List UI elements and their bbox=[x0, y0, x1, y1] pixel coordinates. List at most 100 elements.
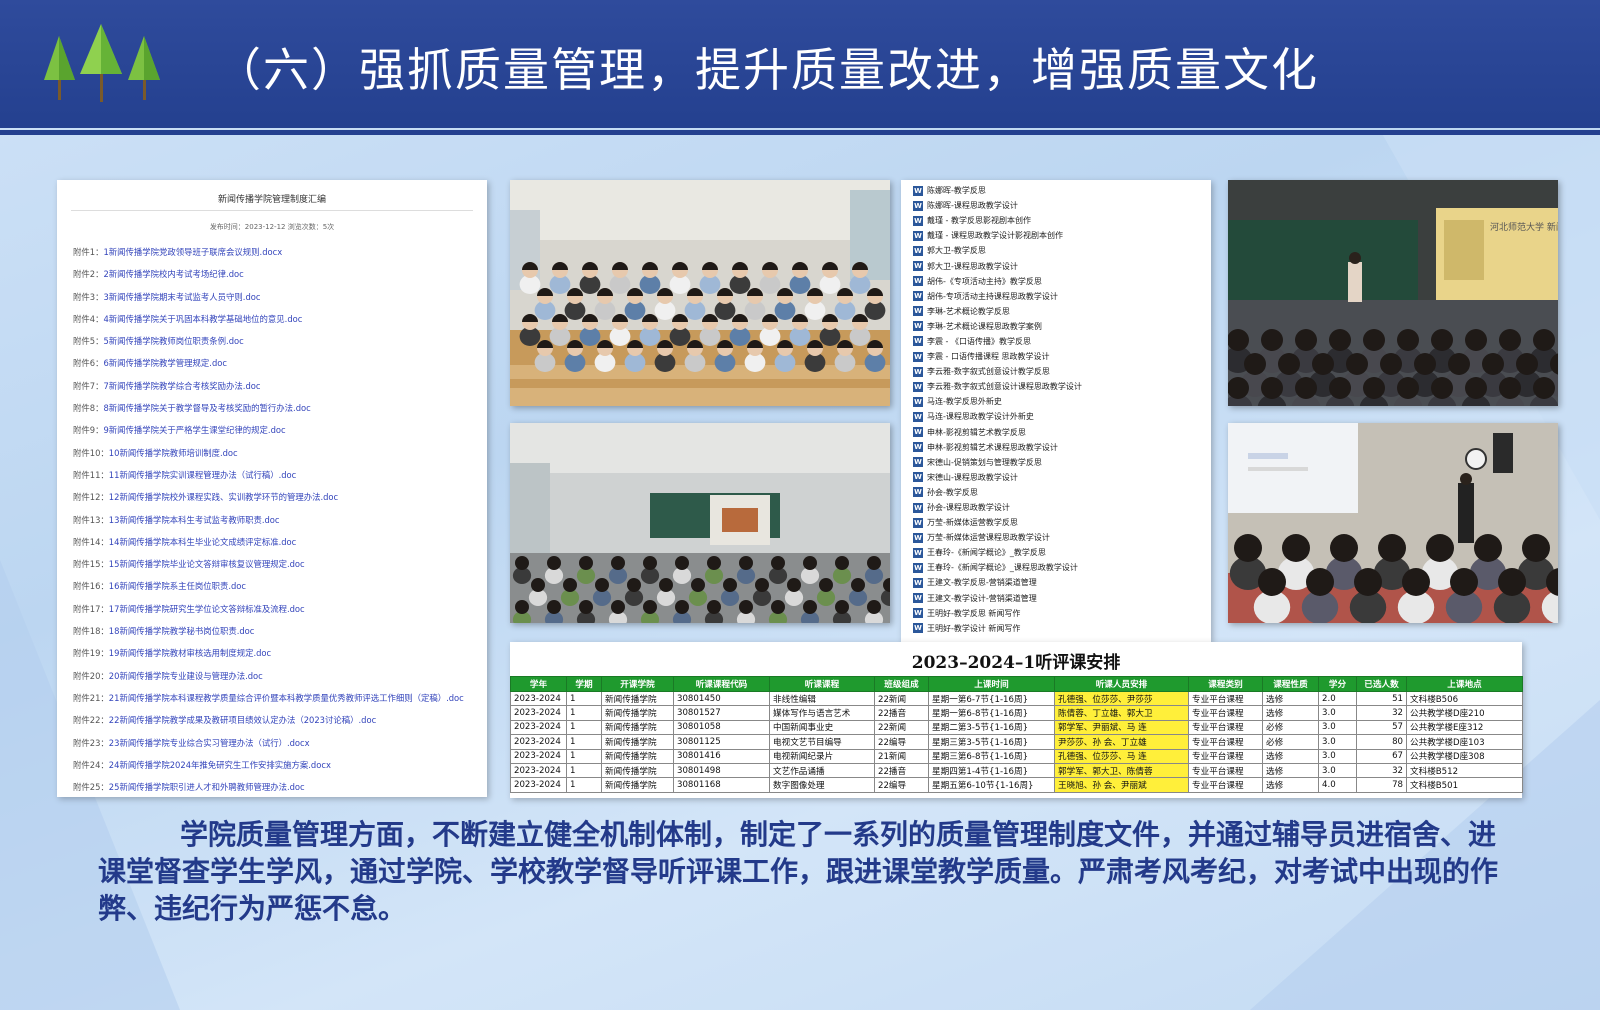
word-file-item[interactable]: W 王建文-教学设计-营销渠道管理 bbox=[913, 591, 1082, 606]
attachment-item[interactable]: 附件22：22新闻传播学院教学成果及教研项目绩效认定办法（2023讨论稿）.do… bbox=[73, 714, 464, 736]
word-file-item[interactable]: W 万莹-新媒体运营教学反思 bbox=[913, 515, 1082, 530]
word-file-item[interactable]: W 马连-课程思政教学设计外新史 bbox=[913, 409, 1082, 424]
word-file-item[interactable]: W 孙会-课程思政教学设计 bbox=[913, 500, 1082, 515]
attachment-item[interactable]: 附件10：10新闻传播学院教师培训制度.doc bbox=[73, 447, 464, 469]
schedule-cell: 专业平台课程 bbox=[1188, 748, 1263, 764]
attachment-item[interactable]: 附件1：1新闻传播学院党政领导班子联席会议规则.docx bbox=[73, 246, 464, 268]
attachment-item[interactable]: 附件6：6新闻传播学院教学管理规定.doc bbox=[73, 357, 464, 379]
attachment-item[interactable]: 附件15：15新闻传播学院毕业论文答辩审核复议管理规定.doc bbox=[73, 558, 464, 580]
word-file-item[interactable]: W 李震 - 口语传播课程 思政教学设计 bbox=[913, 349, 1082, 364]
word-file-item[interactable]: W 王明好-教学设计 新闻写作 bbox=[913, 621, 1082, 636]
attachment-link[interactable]: 23新闻传播学院专业综合实习管理办法（试行）.docx bbox=[109, 738, 310, 748]
word-file-item[interactable]: W 孙会-教学反思 bbox=[913, 485, 1082, 500]
attachment-link[interactable]: 16新闻传播学院系主任岗位职责.doc bbox=[109, 581, 246, 591]
schedule-cell: 电视文艺节目编导 bbox=[769, 734, 875, 750]
schedule-cell: 1 bbox=[566, 777, 602, 793]
schedule-cell: 新闻传播学院 bbox=[601, 690, 674, 707]
word-file-item[interactable]: W 李琳-艺术概论课程思政教学案例 bbox=[913, 319, 1082, 334]
word-file-item[interactable]: W 马连-教学反思外新史 bbox=[913, 394, 1082, 409]
attachment-link[interactable]: 3新闻传播学院期末考试监考人员守则.doc bbox=[103, 292, 260, 302]
word-file-item[interactable]: W 郭大卫-课程思政教学设计 bbox=[913, 258, 1082, 273]
word-file-item[interactable]: W 郭大卫-教学反思 bbox=[913, 243, 1082, 258]
attachment-link[interactable]: 21新闻传播学院本科课程教学质量综合评价暨本科教学质量优秀教师评选工作细则（定稿… bbox=[109, 693, 464, 703]
word-file-name: 李云雅-数字叙式创意设计教学反思 bbox=[927, 367, 1050, 377]
attachment-item[interactable]: 附件23：23新闻传播学院专业综合实习管理办法（试行）.docx bbox=[73, 737, 464, 759]
attachment-link[interactable]: 4新闻传播学院关于巩固本科教学基础地位的意见.doc bbox=[103, 314, 302, 324]
attachment-item[interactable]: 附件4：4新闻传播学院关于巩固本科教学基础地位的意见.doc bbox=[73, 313, 464, 335]
attachment-item[interactable]: 附件20：20新闻传播学院专业建设与管理办法.doc bbox=[73, 670, 464, 692]
attachment-item[interactable]: 附件7：7新闻传播学院教学综合考核奖励办法.doc bbox=[73, 380, 464, 402]
word-doc-icon: W bbox=[913, 381, 923, 392]
attachment-item[interactable]: 附件19：19新闻传播学院教材审核选用制度规定.doc bbox=[73, 647, 464, 669]
attachment-link[interactable]: 10新闻传播学院教师培训制度.doc bbox=[109, 448, 238, 458]
word-file-item[interactable]: W 宋德山-促销策划与管理教学反思 bbox=[913, 455, 1082, 470]
schedule-row: 2023-2024 1 新闻传播学院 30801125 电视文艺节目编导 22编导 星期三第… bbox=[510, 734, 1523, 750]
schedule-cell: 王晓旭、孙 会、尹丽斌 bbox=[1054, 777, 1189, 793]
word-file-item[interactable]: W 戴瑾 - 教学反思影视剧本创作 bbox=[913, 213, 1082, 228]
word-file-item[interactable]: W 胡伟-《专项活动主持》教学反思 bbox=[913, 274, 1082, 289]
word-file-item[interactable]: W 宋德山-课程思政教学设计 bbox=[913, 470, 1082, 485]
page-title: （六）强抓质量管理，提升质量改进，增强质量文化 bbox=[215, 43, 1319, 97]
attachment-link[interactable]: 15新闻传播学院毕业论文答辩审核复议管理规定.doc bbox=[109, 559, 305, 569]
attachment-item[interactable]: 附件8：8新闻传播学院关于教学督导及考核奖励的暂行办法.doc bbox=[73, 402, 464, 424]
attachment-link[interactable]: 2新闻传播学院校内考试考场纪律.doc bbox=[103, 269, 243, 279]
schedule-cell: 公共教学楼D座308 bbox=[1406, 748, 1523, 764]
word-file-item[interactable]: W 陈娜晖-课程思政教学设计 bbox=[913, 198, 1082, 213]
schedule-header-cell: 已选人数 bbox=[1356, 676, 1407, 692]
word-file-item[interactable]: W 李云雅-数字叙式创意设计教学反思 bbox=[913, 364, 1082, 379]
attachment-item[interactable]: 附件13：13新闻传播学院本科生考试监考教师职责.doc bbox=[73, 514, 464, 536]
attachment-link[interactable]: 5新闻传播学院教师岗位职责条例.doc bbox=[103, 336, 243, 346]
attachment-link[interactable]: 11新闻传播学院实训课程管理办法（试行稿）.doc bbox=[109, 470, 297, 480]
attachment-item[interactable]: 附件2：2新闻传播学院校内考试考场纪律.doc bbox=[73, 268, 464, 290]
word-file-item[interactable]: W 王春玲-《新闻学概论》_课程思政教学设计 bbox=[913, 560, 1082, 575]
attachment-item[interactable]: 附件5：5新闻传播学院教师岗位职责条例.doc bbox=[73, 335, 464, 357]
attachment-item[interactable]: 附件16：16新闻传播学院系主任岗位职责.doc bbox=[73, 580, 464, 602]
attachment-item[interactable]: 附件12：12新闻传播学院校外课程实践、实训教学环节的管理办法.doc bbox=[73, 491, 464, 513]
attachment-link[interactable]: 17新闻传播学院研究生学位论文答辩标准及流程.doc bbox=[109, 604, 305, 614]
word-file-item[interactable]: W 申林-影视剪辑艺术教学反思 bbox=[913, 425, 1082, 440]
attachment-link[interactable]: 9新闻传播学院关于严格学生课堂纪律的规定.doc bbox=[103, 425, 285, 435]
word-file-item[interactable]: W 戴瑾 - 课程思政教学设计影视剧本创作 bbox=[913, 228, 1082, 243]
word-file-name: 马连-教学反思外新史 bbox=[927, 397, 1002, 407]
word-file-item[interactable]: W 李云雅-数字叙式创意设计课程思政教学设计 bbox=[913, 379, 1082, 394]
word-file-item[interactable]: W 王明好-教学反思 新闻写作 bbox=[913, 606, 1082, 621]
word-file-item[interactable]: W 胡伟-专项活动主持课程思政教学设计 bbox=[913, 289, 1082, 304]
attachment-link[interactable]: 7新闻传播学院教学综合考核奖励办法.doc bbox=[103, 381, 260, 391]
attachment-item[interactable]: 附件9：9新闻传播学院关于严格学生课堂纪律的规定.doc bbox=[73, 424, 464, 446]
schedule-cell: 必修 bbox=[1262, 719, 1319, 736]
attachment-item[interactable]: 附件11：11新闻传播学院实训课程管理办法（试行稿）.doc bbox=[73, 469, 464, 491]
word-file-item[interactable]: W 陈娜晖-教学反思 bbox=[913, 183, 1082, 198]
schedule-cell: 必修 bbox=[1262, 734, 1319, 750]
schedule-cell: 公共教学楼D座210 bbox=[1406, 705, 1523, 721]
slide-caption-text: 河北师范大学 新闻传播学院 bbox=[1490, 221, 1558, 233]
word-file-item[interactable]: W 万莹-新媒体运营课程思政教学设计 bbox=[913, 530, 1082, 545]
word-file-item[interactable]: W 李琳-艺术概论教学反思 bbox=[913, 304, 1082, 319]
attachment-link[interactable]: 18新闻传播学院教学秘书岗位职责.doc bbox=[109, 626, 255, 636]
attachment-link[interactable]: 19新闻传播学院教材审核选用制度规定.doc bbox=[109, 648, 271, 658]
attachment-link[interactable]: 12新闻传播学院校外课程实践、实训教学环节的管理办法.doc bbox=[109, 492, 338, 502]
attachment-item[interactable]: 附件25：25新闻传播学院职引进人才和外聘教师管理办法.doc bbox=[73, 781, 464, 803]
attachment-item[interactable]: 附件17：17新闻传播学院研究生学位论文答辩标准及流程.doc bbox=[73, 603, 464, 625]
attachment-item[interactable]: 附件18：18新闻传播学院教学秘书岗位职责.doc bbox=[73, 625, 464, 647]
attachment-link[interactable]: 20新闻传播学院专业建设与管理办法.doc bbox=[109, 671, 263, 681]
attachment-item[interactable]: 附件24：24新闻传播学院2024年推免研究生工作安排实施方案.docx bbox=[73, 759, 464, 781]
attachment-item[interactable]: 附件21：21新闻传播学院本科课程教学质量综合评价暨本科教学质量优秀教师评选工作… bbox=[73, 692, 464, 714]
attachment-link[interactable]: 8新闻传播学院关于教学督导及考核奖励的暂行办法.doc bbox=[103, 403, 310, 413]
attachment-link[interactable]: 24新闻传播学院2024年推免研究生工作安排实施方案.docx bbox=[109, 760, 331, 770]
attachment-item[interactable]: 附件3：3新闻传播学院期末考试监考人员守则.doc bbox=[73, 291, 464, 313]
schedule-cell: 新闻传播学院 bbox=[601, 762, 674, 779]
schedule-cell: 文科楼B501 bbox=[1406, 777, 1523, 793]
attachment-link[interactable]: 6新闻传播学院教学管理规定.doc bbox=[103, 358, 227, 368]
attachment-link[interactable]: 25新闻传播学院职引进人才和外聘教师管理办法.doc bbox=[109, 782, 305, 792]
word-doc-icon: W bbox=[913, 472, 923, 483]
word-file-item[interactable]: W 王春玲-《新闻学概论》_教学反思 bbox=[913, 545, 1082, 560]
attachment-item[interactable]: 附件14：14新闻传播学院本科生毕业论文成绩评定标准.doc bbox=[73, 536, 464, 558]
word-file-item[interactable]: W 王建文-教学反思-营销渠道管理 bbox=[913, 575, 1082, 590]
attachment-link[interactable]: 13新闻传播学院本科生考试监考教师职责.doc bbox=[109, 515, 280, 525]
word-file-item[interactable]: W 申林-影视剪辑艺术课程思政教学设计 bbox=[913, 440, 1082, 455]
attachment-link[interactable]: 22新闻传播学院教学成果及教研项目绩效认定办法（2023讨论稿）.doc bbox=[109, 715, 376, 725]
schedule-cell: 数字图像处理 bbox=[769, 777, 875, 793]
attachment-link[interactable]: 1新闻传播学院党政领导班子联席会议规则.docx bbox=[103, 247, 282, 257]
attachment-link[interactable]: 14新闻传播学院本科生毕业论文成绩评定标准.doc bbox=[109, 537, 297, 547]
word-file-item[interactable]: W 李震 - 《口语传播》教学反思 bbox=[913, 334, 1082, 349]
